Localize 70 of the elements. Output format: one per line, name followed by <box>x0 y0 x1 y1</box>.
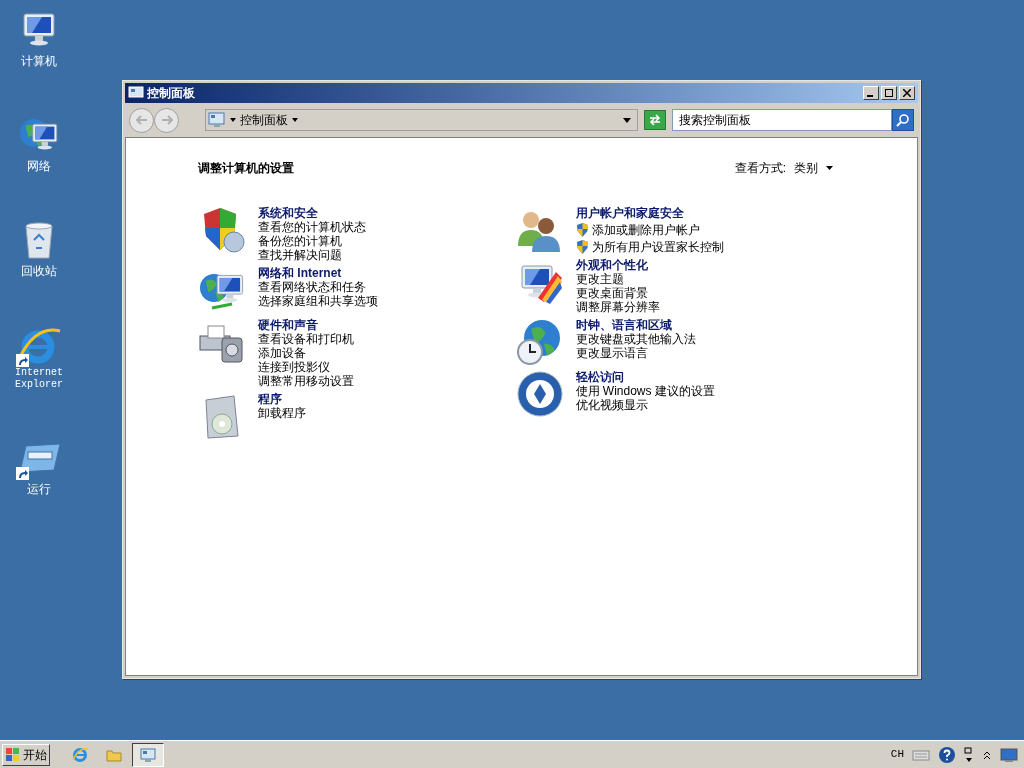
category-title-link[interactable]: 外观和个性化 <box>575 258 660 272</box>
task-link[interactable]: 查找并解决问题 <box>258 248 342 262</box>
browser-icon <box>71 745 89 764</box>
task-link[interactable]: 调整屏幕分辨率 <box>575 300 660 314</box>
task-link[interactable]: 使用 Windows 建议的设置 <box>575 384 715 398</box>
task-link[interactable]: 更改主题 <box>575 272 624 286</box>
shield-icon <box>575 223 589 237</box>
close-button[interactable] <box>899 86 915 100</box>
breadcrumb-item[interactable]: 控制面板 <box>240 111 288 129</box>
task-link[interactable]: 选择家庭组和共享选项 <box>258 294 378 308</box>
view-by-dropdown[interactable]: 类别 <box>794 159 833 177</box>
task-link[interactable]: 更改键盘或其他输入法 <box>575 332 696 346</box>
task-link[interactable]: 优化视频显示 <box>575 398 648 412</box>
page-heading: 调整计算机的设置 <box>198 160 294 177</box>
task-link[interactable]: 备份您的计算机 <box>258 234 342 248</box>
category-title-link[interactable]: 轻松访问 <box>575 370 715 384</box>
task-link[interactable]: 查看网络状态和任务 <box>258 280 366 294</box>
category-title-link[interactable]: 系统和安全 <box>258 206 366 220</box>
desktop-icon-label[interactable]: 运行 <box>27 482 51 496</box>
restore-windows-icon[interactable] <box>964 745 974 764</box>
left-arrow-icon <box>135 115 148 125</box>
caret-icon[interactable] <box>292 118 298 122</box>
task-link[interactable]: 更改显示语言 <box>575 346 648 360</box>
task-link[interactable]: 添加设备 <box>258 346 306 360</box>
shortcut-arrow-icon <box>16 354 29 367</box>
category-title-link[interactable]: 网络和 Internet <box>258 266 378 280</box>
caret-icon[interactable] <box>230 118 236 122</box>
control-panel-icon <box>128 86 144 100</box>
close-icon <box>903 89 911 97</box>
task-link[interactable]: 调整常用移动设置 <box>258 374 354 388</box>
accessibility-icon[interactable] <box>515 370 564 418</box>
help-icon[interactable] <box>938 745 956 764</box>
shortcut-arrow-icon <box>16 467 29 480</box>
task-link[interactable]: 连接到投影仪 <box>258 360 330 374</box>
desktop-icon-label[interactable]: 回收站 <box>21 264 57 278</box>
minimize-button[interactable] <box>863 86 879 100</box>
task-link[interactable]: 查看您的计算机状态 <box>258 220 366 234</box>
search-icon <box>896 113 910 127</box>
category-title-link[interactable]: 程序 <box>258 392 306 406</box>
control-panel-icon <box>208 112 226 128</box>
start-button[interactable]: 开始 <box>2 743 50 766</box>
task-link[interactable]: 查看设备和打印机 <box>258 332 354 346</box>
search-field[interactable]: 搜索控制面板 <box>672 109 892 131</box>
search-button[interactable] <box>892 109 914 131</box>
control-panel-icon <box>139 745 157 764</box>
category-title-link[interactable]: 硬件和声音 <box>258 318 354 332</box>
refresh-icon <box>648 114 663 126</box>
desktop-icon-label[interactable]: 网络 <box>27 159 51 173</box>
category-title-link[interactable]: 时钟、语言和区域 <box>575 318 696 332</box>
maximize-icon <box>885 89 893 97</box>
task-link[interactable]: 添加或删除用户帐户 <box>591 223 700 237</box>
language-indicator[interactable]: CH <box>890 746 904 763</box>
dropdown-caret-icon[interactable] <box>623 117 632 123</box>
taskbar-button[interactable] <box>132 742 164 767</box>
windows-logo-icon <box>5 746 21 763</box>
view-by-label: 查看方式: <box>734 160 786 177</box>
show-desktop-icon[interactable] <box>1000 746 1018 763</box>
maximize-button[interactable] <box>881 86 897 100</box>
task-link[interactable]: 为所有用户设置家长控制 <box>591 240 724 254</box>
shield-icon <box>575 240 589 254</box>
category-title-link[interactable]: 用户帐户和家庭安全 <box>575 206 724 220</box>
desktop-icon-label[interactable]: 计算机 <box>21 54 57 68</box>
desktop-icon-label[interactable]: Internet Explorer <box>9 367 69 391</box>
right-arrow-icon <box>160 115 173 125</box>
caret-icon <box>826 166 833 170</box>
refresh-button[interactable] <box>644 110 666 130</box>
task-link[interactable]: 卸载程序 <box>258 406 306 420</box>
task-link[interactable]: 更改桌面背景 <box>575 286 648 300</box>
window-title: 控制面板 <box>147 85 195 102</box>
address-bar[interactable]: 控制面板 <box>205 109 639 131</box>
